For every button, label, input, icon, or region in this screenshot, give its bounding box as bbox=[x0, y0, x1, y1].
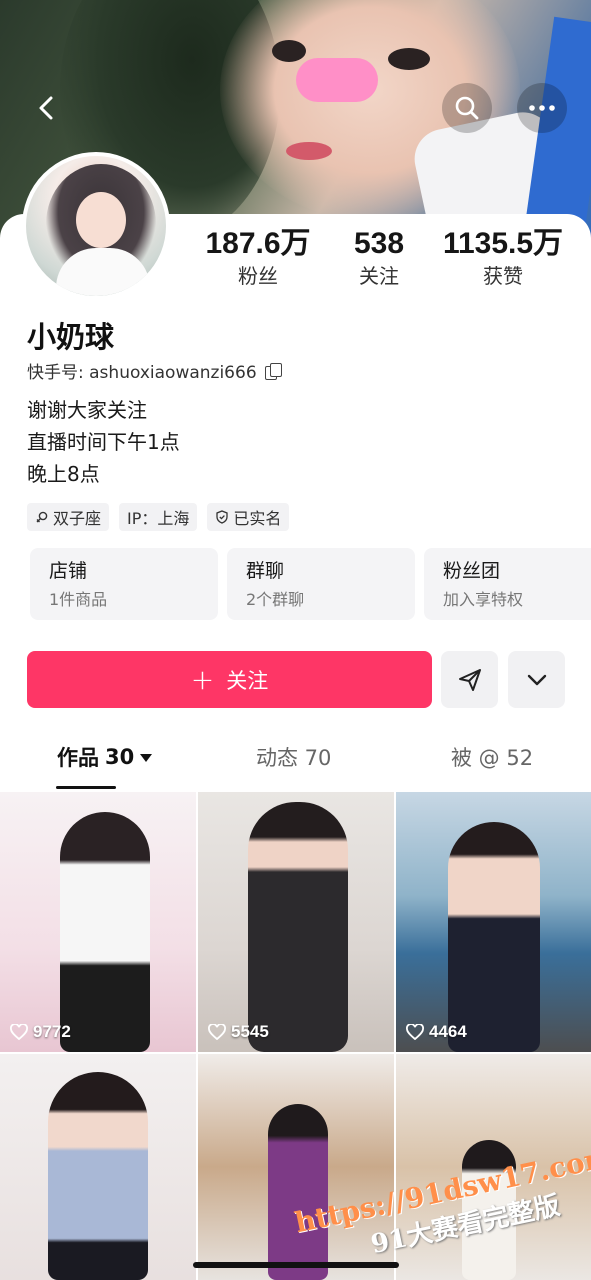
search-button[interactable] bbox=[442, 83, 492, 133]
more-button[interactable] bbox=[517, 83, 567, 133]
tab-mentions[interactable]: 被 @ 52 bbox=[451, 742, 533, 772]
verified-shield-icon bbox=[216, 510, 229, 524]
more-horizontal-icon bbox=[529, 105, 555, 111]
heart-icon bbox=[406, 1024, 424, 1040]
plus-icon: + bbox=[190, 662, 215, 696]
video-thumbnail[interactable]: 5545 bbox=[198, 792, 394, 1052]
banner-sticker bbox=[296, 58, 378, 102]
banner-eye bbox=[388, 48, 430, 70]
stat-likes[interactable]: 1135.5万 获赞 bbox=[436, 226, 570, 290]
stat-value: 187.6万 bbox=[205, 227, 311, 260]
stat-value: 1135.5万 bbox=[442, 227, 564, 260]
card-fan-club[interactable]: 粉丝团 加入享特权 bbox=[424, 548, 591, 620]
tag-ip: IP：上海 bbox=[119, 503, 198, 531]
avatar[interactable] bbox=[22, 152, 170, 300]
tab-label: 作品 bbox=[57, 746, 99, 770]
card-group-chat[interactable]: 群聊 2个群聊 bbox=[227, 548, 415, 620]
like-count: 4464 bbox=[406, 1022, 467, 1042]
heart-icon bbox=[10, 1024, 28, 1040]
video-thumbnail[interactable]: 4464 bbox=[396, 792, 591, 1052]
account-id-text: 快手号: ashuoxiaowanzi666 bbox=[27, 358, 257, 383]
card-subtitle: 加入享特权 bbox=[443, 590, 524, 609]
bio-line: 晚上8点 bbox=[27, 462, 100, 486]
account-id-row: 快手号: ashuoxiaowanzi666 bbox=[27, 358, 282, 383]
tab-label: 动态 70 bbox=[256, 746, 332, 770]
bio-line: 直播时间下午1点 bbox=[27, 430, 180, 454]
follow-label: 关注 bbox=[226, 668, 269, 693]
caret-down-icon bbox=[140, 754, 153, 762]
like-count-text: 9772 bbox=[33, 1022, 71, 1041]
chevron-left-icon bbox=[39, 96, 53, 120]
stat-fans[interactable]: 187.6万 粉丝 bbox=[196, 226, 320, 290]
card-shop[interactable]: 店铺 1件商品 bbox=[30, 548, 218, 620]
profile-tags: 双子座 IP：上海 已实名 bbox=[27, 503, 290, 531]
like-count: 5545 bbox=[208, 1022, 269, 1042]
banner-eye bbox=[272, 40, 306, 62]
like-count: 9772 bbox=[10, 1022, 71, 1042]
home-indicator bbox=[193, 1262, 399, 1268]
feature-cards: 店铺 1件商品 群聊 2个群聊 粉丝团 加入享特权 bbox=[30, 548, 591, 622]
expand-button[interactable] bbox=[508, 651, 565, 708]
profile-bio: 谢谢大家关注 直播时间下午1点 晚上8点 bbox=[27, 394, 180, 490]
like-count-text: 5545 bbox=[231, 1022, 269, 1041]
account-id-label: 快手号: bbox=[27, 363, 90, 383]
like-count-text: 4464 bbox=[429, 1022, 467, 1041]
account-id-value: ashuoxiaowanzi666 bbox=[89, 363, 257, 383]
stat-value: 538 bbox=[353, 227, 405, 260]
send-icon bbox=[458, 668, 481, 691]
card-subtitle: 2个群聊 bbox=[246, 590, 305, 609]
banner-lips bbox=[286, 142, 332, 160]
stat-label: 获赞 bbox=[483, 264, 523, 288]
bio-line: 谢谢大家关注 bbox=[27, 398, 147, 422]
video-thumbnail[interactable]: 9772 bbox=[0, 792, 196, 1052]
heart-icon bbox=[208, 1024, 226, 1040]
video-figure bbox=[48, 1072, 148, 1280]
profile-name: 小奶球 bbox=[27, 320, 115, 354]
copy-icon[interactable] bbox=[264, 362, 282, 380]
video-figure bbox=[448, 822, 540, 1052]
tag-zodiac: 双子座 bbox=[27, 503, 110, 531]
card-title: 店铺 bbox=[49, 560, 88, 582]
zodiac-icon bbox=[36, 511, 48, 523]
card-subtitle: 1件商品 bbox=[49, 590, 108, 609]
tab-moments[interactable]: 动态 70 bbox=[256, 742, 331, 772]
tab-underline bbox=[56, 786, 116, 789]
tab-works[interactable]: 作品 30 bbox=[57, 742, 153, 772]
tab-count: 30 bbox=[105, 745, 135, 769]
video-figure bbox=[60, 812, 150, 1052]
profile-stats: 187.6万 粉丝 538 关注 1135.5万 获赞 bbox=[196, 226, 576, 296]
avatar-face bbox=[76, 192, 126, 248]
follow-button[interactable]: + 关注 bbox=[27, 651, 432, 708]
chevron-down-icon bbox=[527, 674, 546, 685]
stat-following[interactable]: 538 关注 bbox=[336, 226, 422, 290]
stat-label: 粉丝 bbox=[238, 264, 278, 288]
tag-verified: 已实名 bbox=[207, 503, 290, 531]
back-button[interactable] bbox=[22, 83, 72, 133]
video-figure bbox=[248, 802, 348, 1052]
search-icon bbox=[455, 96, 479, 120]
tag-label: 已实名 bbox=[233, 509, 282, 528]
tag-label: IP：上海 bbox=[127, 509, 190, 528]
card-title: 粉丝团 bbox=[443, 560, 501, 582]
content-tabs: 作品 30 动态 70 被 @ 52 bbox=[0, 742, 591, 790]
card-title: 群聊 bbox=[246, 560, 285, 582]
video-thumbnail[interactable] bbox=[0, 1054, 196, 1280]
stat-label: 关注 bbox=[359, 264, 399, 288]
share-button[interactable] bbox=[441, 651, 498, 708]
tab-label: 被 @ 52 bbox=[451, 746, 534, 770]
tag-label: 双子座 bbox=[53, 509, 102, 528]
